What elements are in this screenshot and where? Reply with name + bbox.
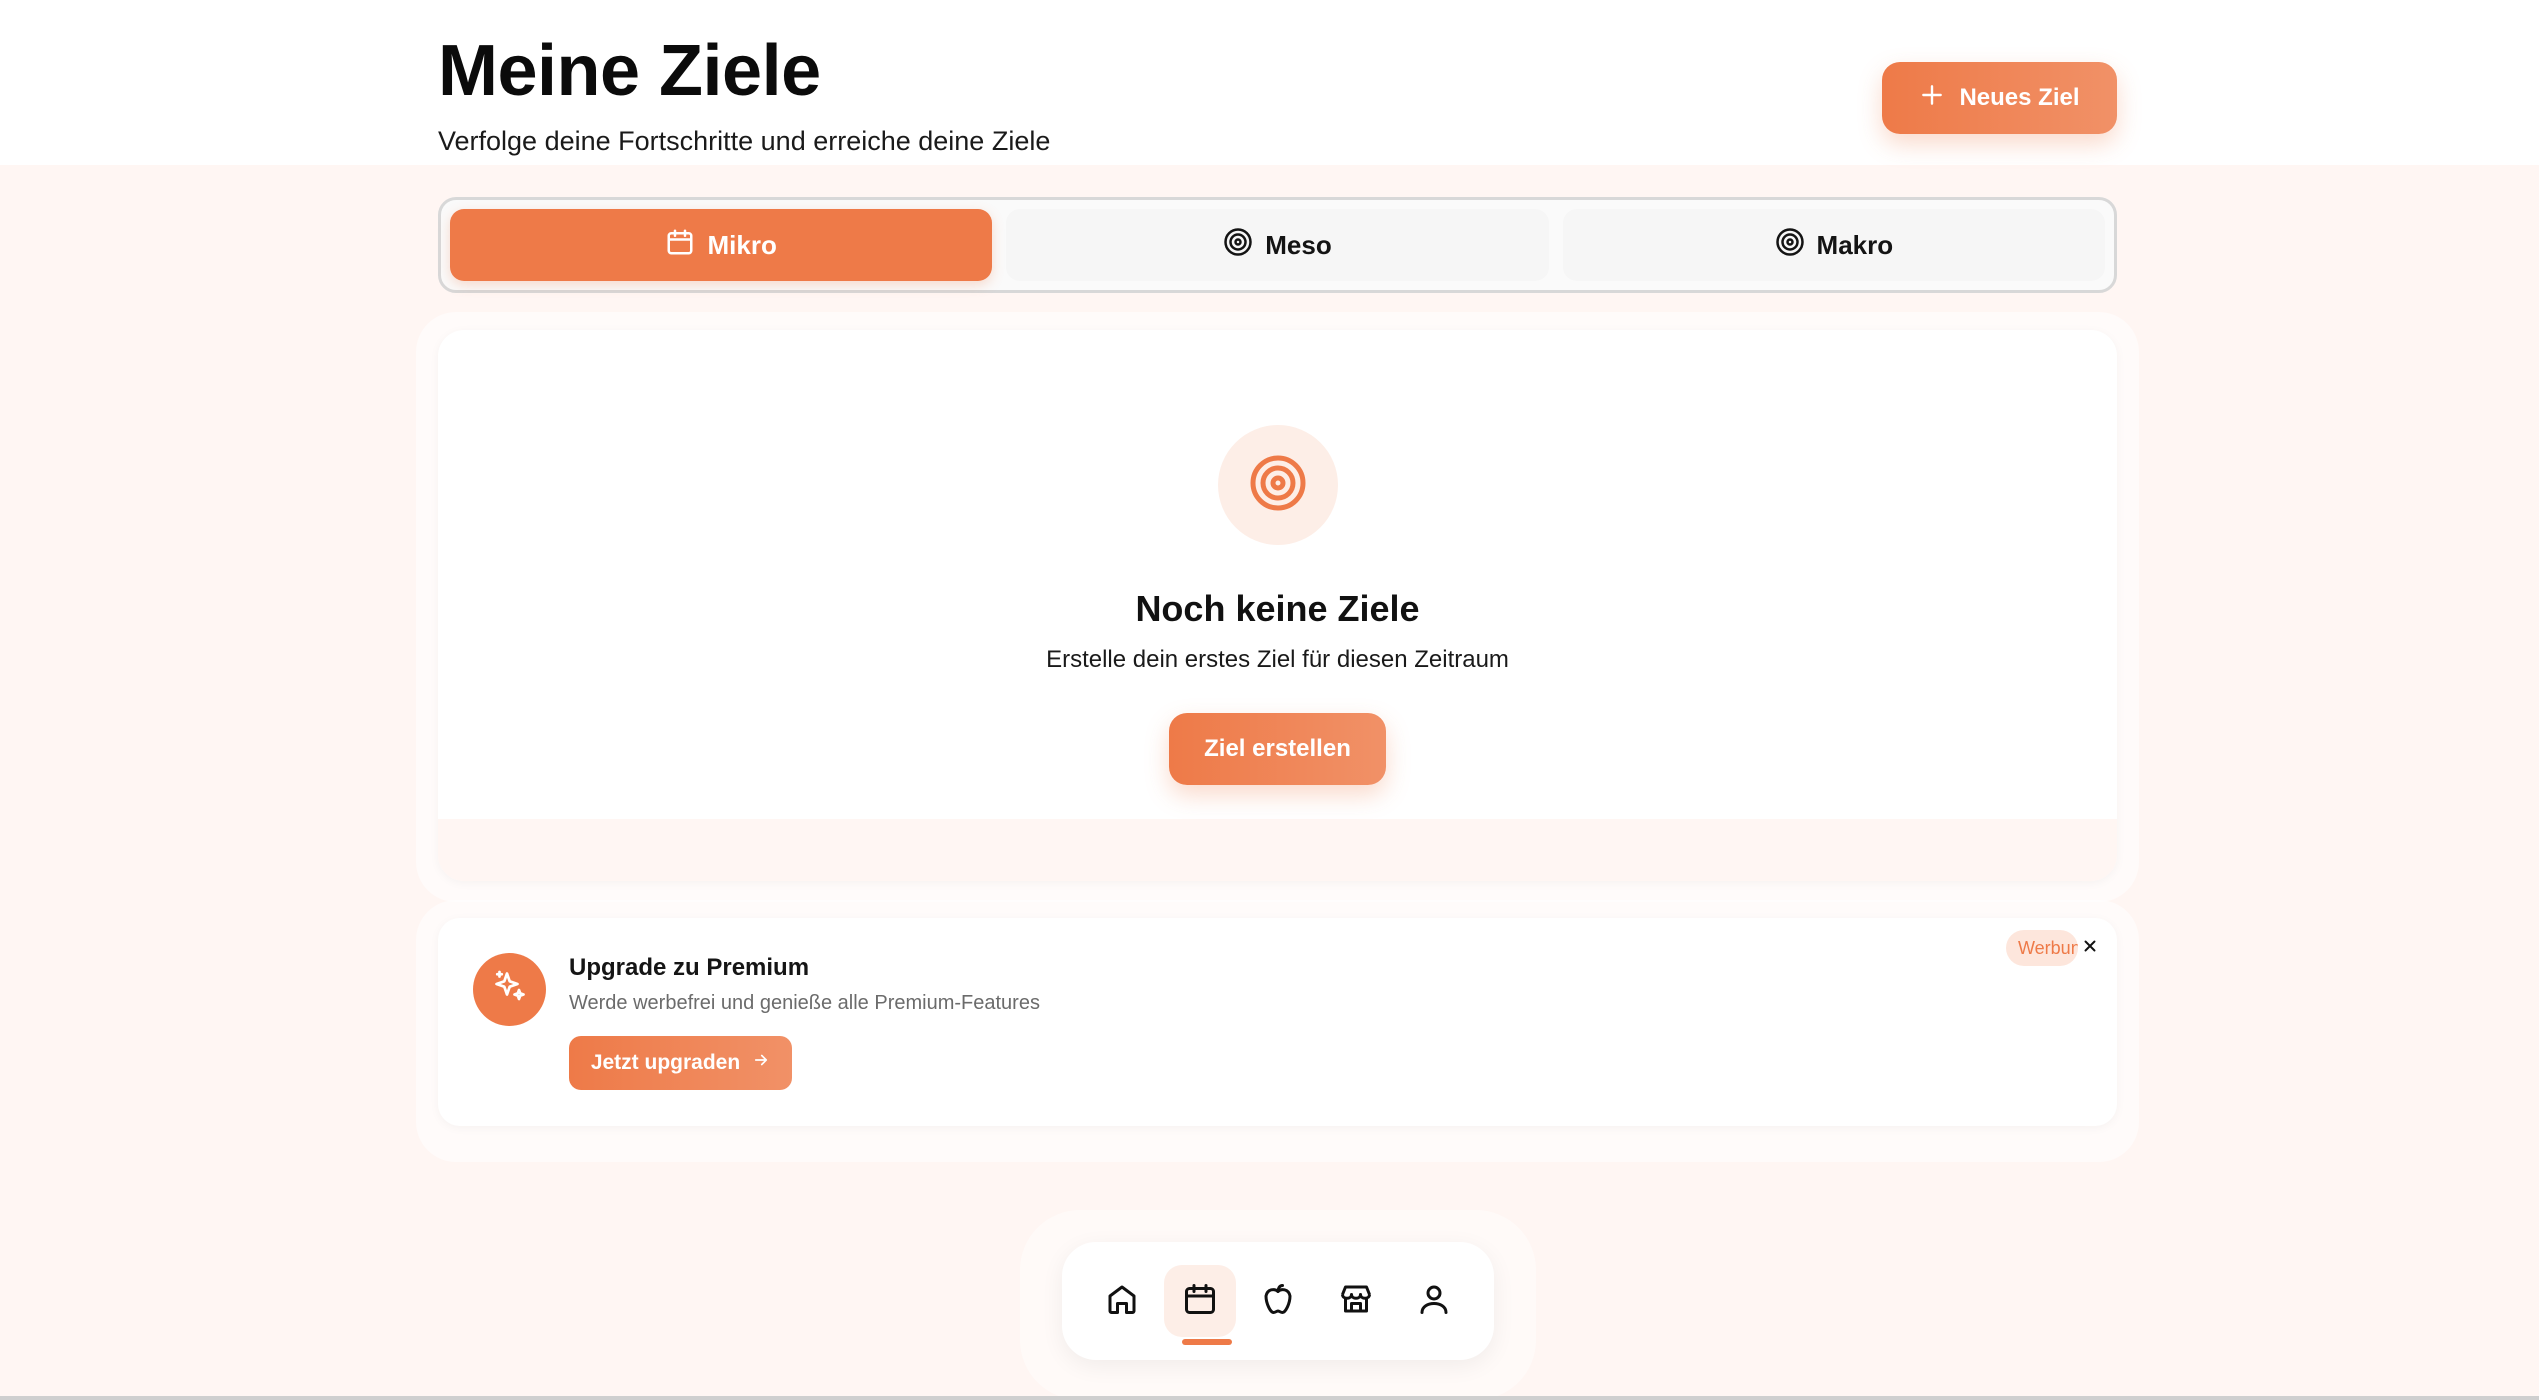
premium-promo-card: Upgrade zu Premium Werde werbefrei und g… xyxy=(438,918,2117,1126)
header-background xyxy=(0,0,2539,165)
card-footer-tint xyxy=(438,819,2117,881)
calendar-icon xyxy=(1182,1281,1218,1322)
tab-label: Makro xyxy=(1816,229,1894,260)
new-goal-label: Neues Ziel xyxy=(1959,84,2080,111)
period-tabs: Mikro Meso Makro xyxy=(438,197,2117,293)
sparkles-icon xyxy=(492,969,528,1010)
calendar-icon xyxy=(665,227,695,264)
ad-badge: Werbung xyxy=(2006,930,2078,966)
nav-nutrition[interactable] xyxy=(1242,1265,1314,1337)
bottom-navigation xyxy=(1062,1242,1494,1360)
nav-home[interactable] xyxy=(1086,1265,1158,1337)
target-icon xyxy=(1775,227,1805,264)
apple-icon xyxy=(1260,1281,1296,1322)
create-goal-button[interactable]: Ziel erstellen xyxy=(1169,713,1386,785)
empty-state-icon-circle xyxy=(1218,425,1338,545)
promo-icon-circle xyxy=(473,953,546,1026)
nav-store[interactable] xyxy=(1320,1265,1392,1337)
new-goal-button[interactable]: Neues Ziel xyxy=(1882,62,2117,134)
upgrade-button[interactable]: Jetzt upgraden xyxy=(569,1036,792,1090)
store-icon xyxy=(1338,1281,1374,1322)
promo-text: Werde werbefrei und genieße alle Premium… xyxy=(569,992,1040,1014)
nav-goals[interactable] xyxy=(1164,1265,1236,1345)
empty-state-text: Erstelle dein erstes Ziel für diesen Zei… xyxy=(1046,646,1509,673)
target-icon xyxy=(1248,453,1308,518)
empty-state-card: Noch keine Ziele Erstelle dein erstes Zi… xyxy=(438,330,2117,881)
close-promo-button[interactable] xyxy=(2078,936,2102,960)
tab-makro[interactable]: Makro xyxy=(1562,209,2105,281)
tab-mikro[interactable]: Mikro xyxy=(450,209,993,281)
tab-label: Meso xyxy=(1265,229,1332,260)
page-subtitle: Verfolge deine Fortschritte und erreiche… xyxy=(438,126,1051,156)
tab-meso[interactable]: Meso xyxy=(1006,209,1549,281)
upgrade-label: Jetzt upgraden xyxy=(590,1051,741,1074)
target-icon xyxy=(1223,227,1253,264)
promo-title: Upgrade zu Premium xyxy=(569,954,810,981)
empty-state-title: Noch keine Ziele xyxy=(1135,588,1420,629)
home-icon xyxy=(1104,1281,1140,1322)
window-bottom-edge xyxy=(0,1396,2539,1400)
nav-profile[interactable] xyxy=(1398,1265,1470,1337)
arrow-right-icon xyxy=(752,1051,770,1075)
plus-icon xyxy=(1919,82,1945,115)
close-icon xyxy=(2081,937,2099,960)
page-title: Meine Ziele xyxy=(438,31,821,111)
tab-label: Mikro xyxy=(707,229,777,260)
user-icon xyxy=(1416,1281,1452,1322)
